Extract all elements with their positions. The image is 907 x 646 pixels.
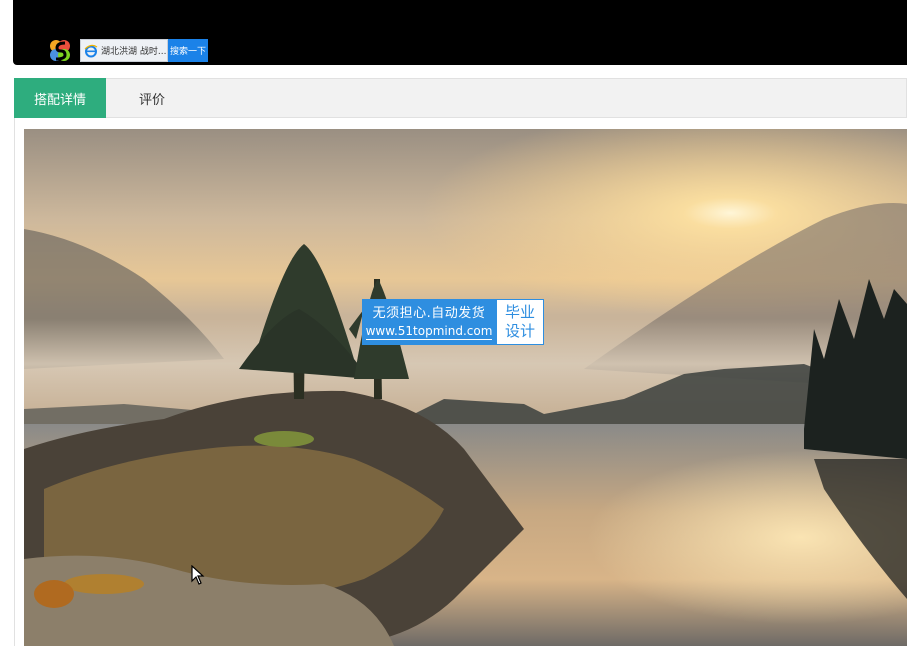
search-button[interactable]: 搜索一下 — [168, 39, 208, 62]
watermark-url: www.51topmind.com — [365, 323, 493, 340]
watermark-text-block: 无须担心.自动发货 www.51topmind.com — [362, 299, 496, 345]
ie-browser-icon — [84, 44, 98, 57]
search-value: 湖北洪湖 战时... — [101, 47, 167, 57]
app-logo-icon[interactable] — [47, 38, 73, 64]
watermark-badge-line2: 设计 — [504, 322, 535, 340]
tab-bar: 搭配详情 评价 — [14, 78, 907, 118]
tab-reviews[interactable]: 评价 — [119, 78, 185, 118]
watermark-badge-line1: 毕业 — [504, 303, 535, 321]
tab-details[interactable]: 搭配详情 — [14, 78, 106, 118]
watermark-slogan: 无须担心.自动发货 — [372, 305, 486, 321]
product-photo — [24, 129, 907, 646]
watermark-logo: 无须担心.自动发货 www.51topmind.com 毕业 设计 — [362, 299, 544, 345]
watermark-badge: 毕业 设计 — [496, 299, 544, 345]
search-input[interactable]: 湖北洪湖 战时... — [80, 39, 168, 62]
mouse-cursor-icon — [191, 565, 205, 585]
